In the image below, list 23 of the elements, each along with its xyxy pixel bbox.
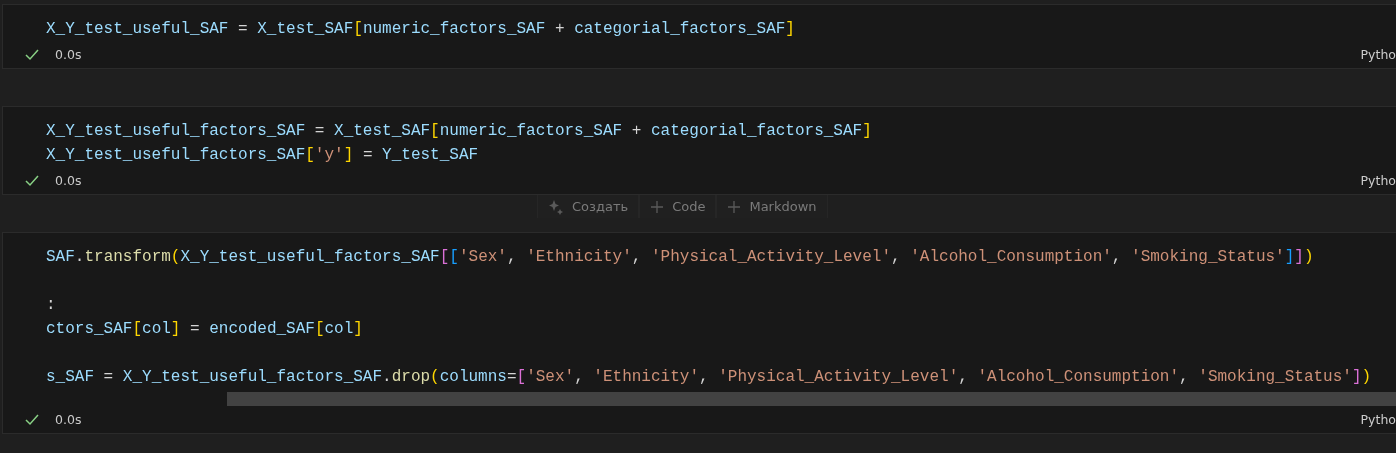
code-line: s_SAF = X_Y_test_useful_factors_SAF.drop(columns=['Sex', 'Ethnicity', 'Physical_Activity_Level', 'Alcohol_Consumption', 'Smoking_Status']) <box>46 367 1373 388</box>
code-cell[interactable]: X_Y_test_useful_factors_SAF = X_test_SAF[numeric_factors_SAF + categorial_factors_SAF] X_Y_test_useful_factors_SAF['y'] = Y_test_SAF 0.0s Pytho <box>2 106 1396 195</box>
code-cell[interactable]: X_Y_test_useful_SAF = X_test_SAF[numeric_factors_SAF + categorial_factors_SAF] 0.0s Pytho <box>2 4 1396 69</box>
language-label[interactable]: Pytho <box>1360 412 1396 427</box>
insert-button[interactable]: Markdown <box>716 195 828 218</box>
plus-icon <box>650 199 665 214</box>
plus-icon <box>727 199 742 214</box>
insert-button[interactable]: Code <box>639 195 717 218</box>
code-line: : <box>46 295 57 316</box>
code-line: X_Y_test_useful_SAF = X_test_SAF[numeric_factors_SAF + categorial_factors_SAF] <box>46 19 796 40</box>
code-line: X_Y_test_useful_factors_SAF = X_test_SAF[numeric_factors_SAF + categorial_factors_SAF] <box>46 121 873 142</box>
sparkle-icon <box>548 198 564 215</box>
language-label[interactable]: Pytho <box>1360 173 1396 188</box>
insert-button[interactable]: Создать <box>537 195 640 218</box>
code-line: SAF.transform(X_Y_test_useful_factors_SAF[['Sex', 'Ethnicity', 'Physical_Activity_Level', 'Alcohol_Consumption', 'Smoking_Status']]) <box>46 247 1315 268</box>
scrollbar-thumb[interactable] <box>227 392 1396 406</box>
code-line: X_Y_test_useful_factors_SAF['y'] = Y_test_SAF <box>46 145 480 166</box>
execution-time: 0.0s <box>55 47 82 62</box>
code-line: ctors_SAF[col] = encoded_SAF[col] <box>46 319 364 340</box>
language-label[interactable]: Pytho <box>1360 47 1396 62</box>
execution-time: 0.0s <box>55 173 82 188</box>
execution-time: 0.0s <box>55 412 82 427</box>
code-cell[interactable] <box>2 232 1396 434</box>
